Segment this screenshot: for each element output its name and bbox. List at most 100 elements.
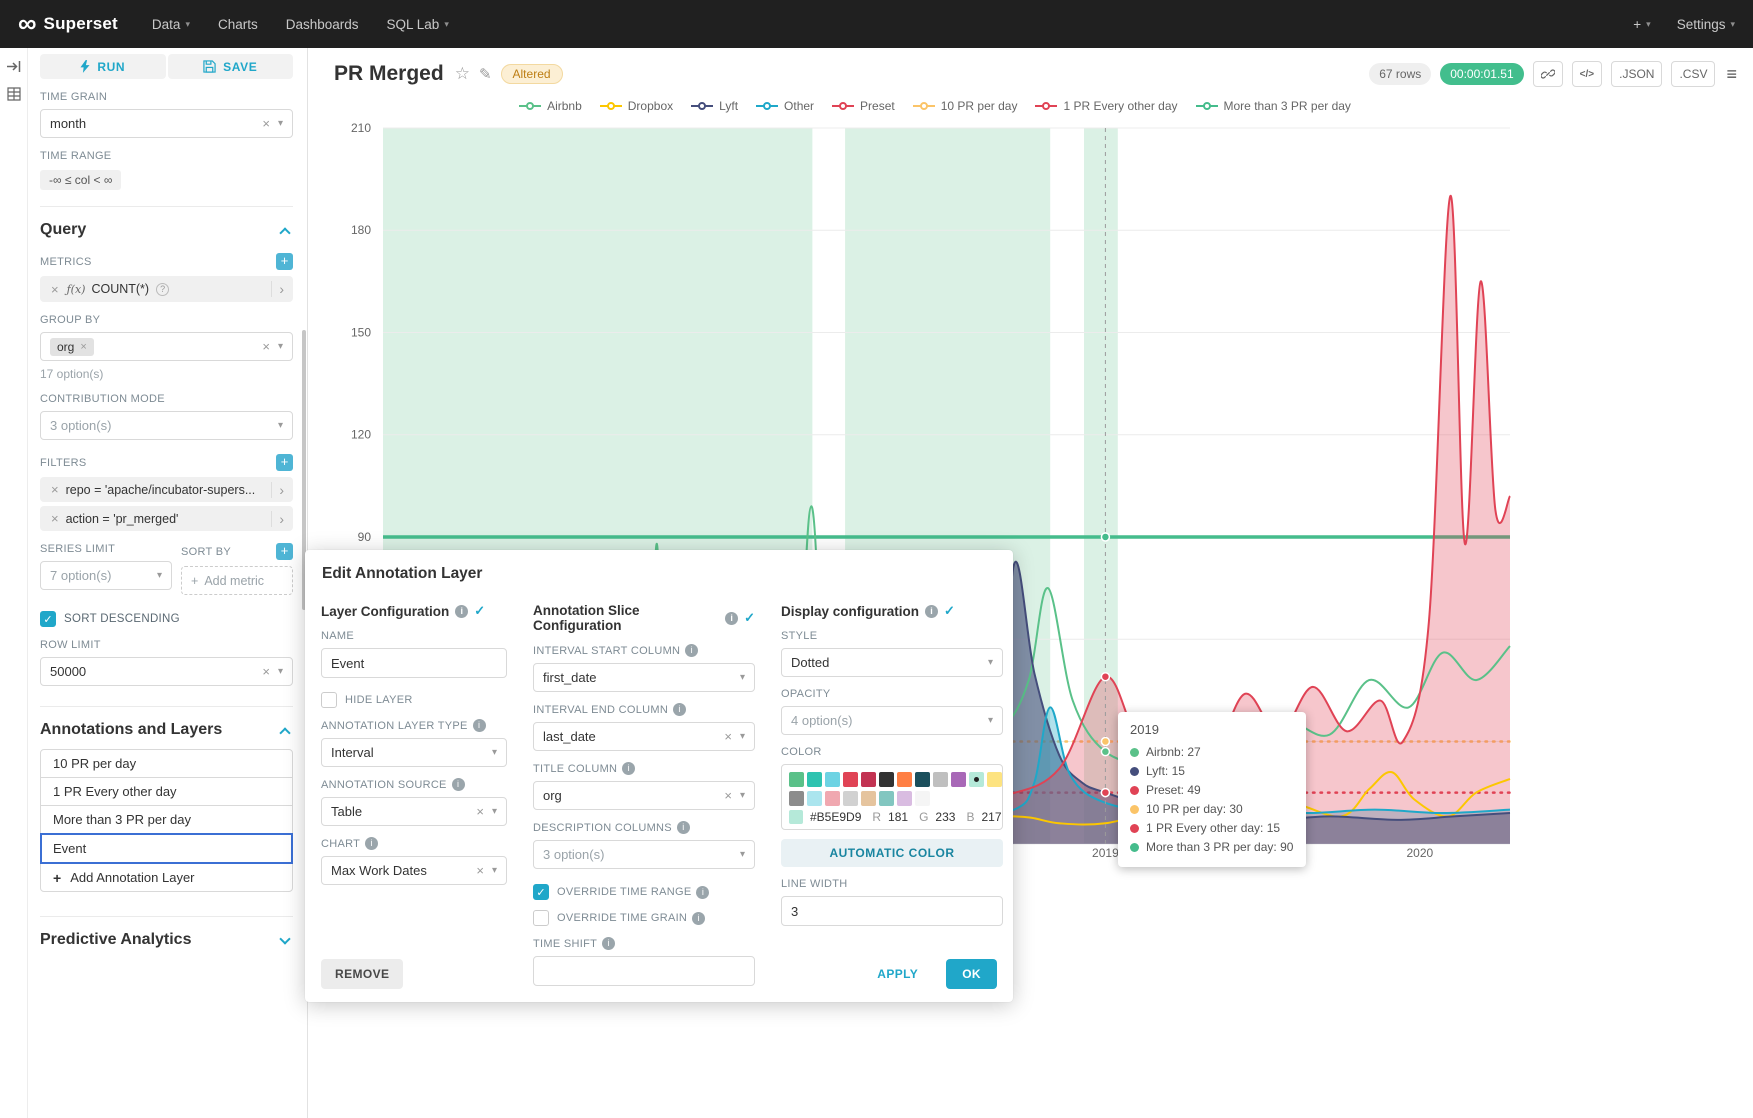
superset-logo[interactable]: ∞ Superset [18,13,118,36]
chevron-right-icon[interactable]: › [271,281,284,297]
info-icon[interactable]: i [455,605,468,618]
color-swatch[interactable] [879,772,894,787]
annotation-layer-item[interactable]: 10 PR per day [40,749,293,778]
legend-item[interactable]: Other [756,99,814,113]
legend-item[interactable]: More than 3 PR per day [1196,99,1351,113]
query-section-header[interactable]: Query [40,221,293,239]
color-swatch[interactable] [825,772,840,787]
row-limit-select[interactable]: 50000 × ▾ [40,657,293,686]
annotation-source-select[interactable]: Table × ▾ [321,797,507,826]
clear-icon[interactable]: × [476,863,484,878]
color-swatch[interactable] [861,772,876,787]
info-icon[interactable]: i [602,937,615,950]
automatic-color-button[interactable]: AUTOMATIC COLOR [781,839,1003,867]
title-column-select[interactable]: org × ▾ [533,781,755,810]
sort-by-add-metric[interactable]: + Add metric [181,566,293,595]
nav-item-sql-lab[interactable]: SQL Lab▾ [387,17,449,32]
add-filter-button[interactable]: + [276,454,293,471]
legend-item[interactable]: Preset [832,99,895,113]
nav-item-dashboards[interactable]: Dashboards [286,17,359,32]
nav-item-charts[interactable]: Charts [218,17,258,32]
color-swatch[interactable] [861,791,876,806]
add-metric-button[interactable]: + [276,253,293,270]
altered-badge[interactable]: Altered [501,64,563,84]
filter-pill[interactable]: ×action = 'pr_merged'› [40,506,293,531]
remove-icon[interactable]: × [80,341,86,353]
add-annotation-layer-button[interactable]: +Add Annotation Layer [40,863,293,892]
description-columns-select[interactable]: 3 option(s) ▾ [533,840,755,869]
time-grain-select[interactable]: month × ▾ [40,109,293,138]
clear-icon[interactable]: × [724,729,732,744]
group-by-select[interactable]: org × × ▾ [40,332,293,361]
clear-icon[interactable]: × [724,788,732,803]
filter-pill[interactable]: ×repo = 'apache/incubator-supers...› [40,477,293,502]
opacity-select[interactable]: 4 option(s) ▾ [781,706,1003,735]
color-swatch[interactable] [915,791,930,806]
color-swatch[interactable] [969,772,984,787]
color-swatch[interactable] [879,791,894,806]
copy-link-button[interactable] [1533,61,1563,87]
remove-button[interactable]: REMOVE [321,959,403,989]
color-swatch[interactable] [825,791,840,806]
line-width-input[interactable] [781,896,1003,926]
save-button[interactable]: SAVE [168,54,294,79]
color-swatch[interactable] [789,791,804,806]
export-json-button[interactable]: .JSON [1611,61,1662,87]
ok-button[interactable]: OK [946,959,997,989]
annotation-layer-item[interactable]: More than 3 PR per day [40,805,293,834]
legend-item[interactable]: 10 PR per day [913,99,1018,113]
color-swatch[interactable] [807,772,822,787]
info-icon[interactable]: i [685,644,698,657]
info-icon[interactable]: i [692,912,705,925]
info-icon[interactable]: i [677,821,690,834]
nav-settings-menu[interactable]: Settings ▾ [1677,17,1735,32]
override-time-range-checkbox[interactable]: ✓ [533,884,549,900]
collapse-panel-icon[interactable] [6,58,22,74]
time-range-tag[interactable]: -∞ ≤ col < ∞ [40,170,121,190]
chevron-right-icon[interactable]: › [271,482,284,498]
apply-button[interactable]: APPLY [865,959,930,989]
hide-layer-checkbox[interactable]: ✓ [321,692,337,708]
interval-start-select[interactable]: first_date ▾ [533,663,755,692]
color-swatch[interactable] [789,772,804,787]
chevron-right-icon[interactable]: › [271,511,284,527]
hex-value[interactable]: #B5E9D9 [810,810,861,824]
export-csv-button[interactable]: .CSV [1671,61,1715,87]
run-button[interactable]: RUN [40,54,166,79]
predictive-section-header[interactable]: Predictive Analytics [40,931,293,949]
interval-end-select[interactable]: last_date × ▾ [533,722,755,751]
metric-pill[interactable]: × ƒ(x) COUNT(*) ? › [40,276,293,302]
color-swatch[interactable] [933,772,948,787]
annotation-layer-type-select[interactable]: Interval ▾ [321,738,507,767]
remove-icon[interactable]: × [51,511,59,526]
color-swatch[interactable] [807,791,822,806]
color-swatch[interactable] [843,791,858,806]
color-swatch[interactable] [843,772,858,787]
color-swatch[interactable] [951,772,966,787]
favorite-star-icon[interactable]: ☆ [455,64,470,84]
clear-icon[interactable]: × [262,339,270,354]
sort-descending-checkbox[interactable]: ✓ [40,611,56,627]
annotations-section-header[interactable]: Annotations and Layers [40,721,293,739]
info-icon[interactable]: i [696,886,709,899]
name-input[interactable] [321,648,507,678]
info-icon[interactable]: i [622,762,635,775]
clear-icon[interactable]: × [262,664,270,679]
remove-icon[interactable]: × [51,282,59,297]
style-select[interactable]: Dotted ▾ [781,648,1003,677]
nav-item-data[interactable]: Data▾ [152,17,190,32]
info-icon[interactable]: i [725,612,738,625]
remove-icon[interactable]: × [51,482,59,497]
info-icon[interactable]: i [365,837,378,850]
clear-icon[interactable]: × [262,116,270,131]
info-icon[interactable]: i [925,605,938,618]
info-icon[interactable]: i [473,719,486,732]
series-limit-select[interactable]: 7 option(s) ▾ [40,561,172,590]
color-swatch[interactable] [897,791,912,806]
legend-item[interactable]: Airbnb [519,99,582,113]
add-sort-metric-button[interactable]: + [276,543,293,560]
help-icon[interactable]: ? [156,283,169,296]
color-swatch[interactable] [897,772,912,787]
clear-icon[interactable]: × [476,804,484,819]
annotation-layer-item[interactable]: 1 PR Every other day [40,777,293,806]
